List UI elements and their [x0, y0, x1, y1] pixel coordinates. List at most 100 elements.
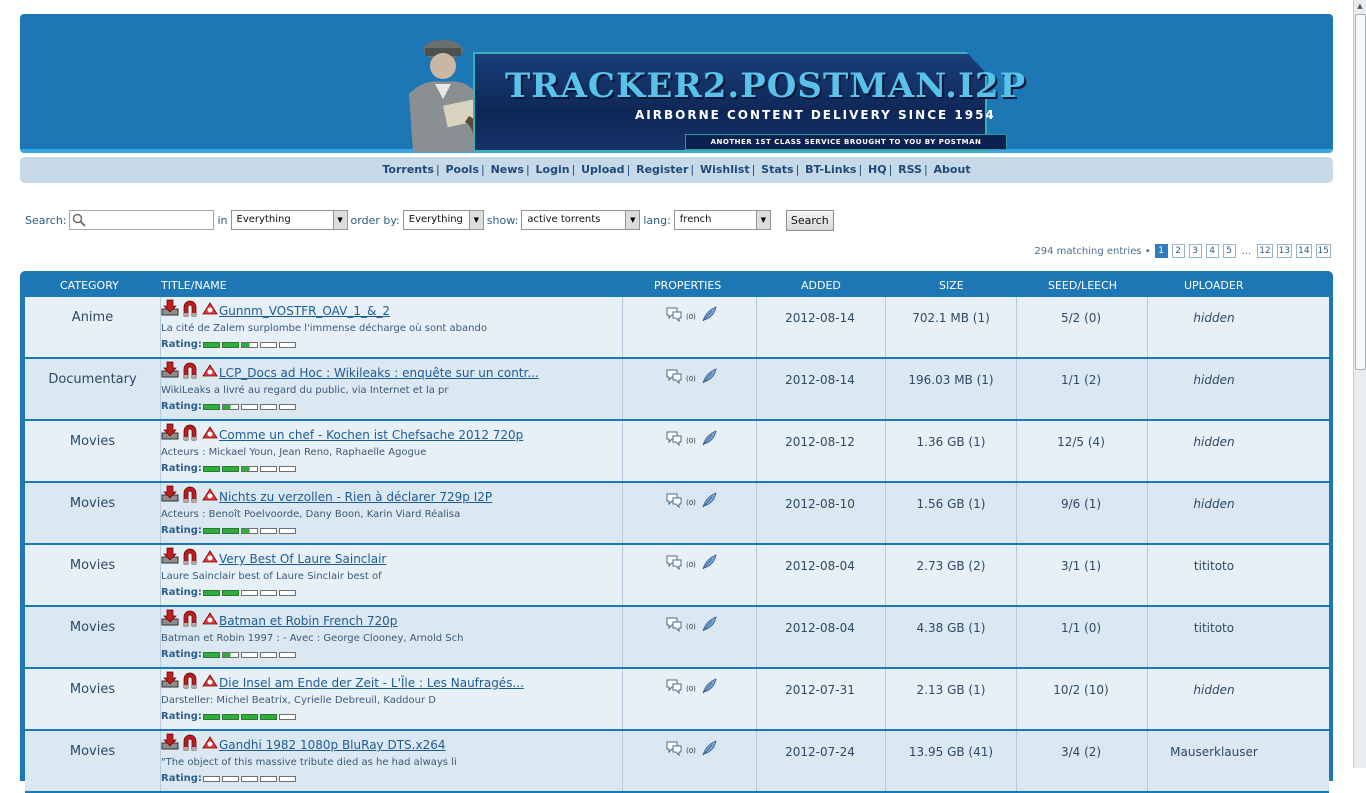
rating-segment[interactable] [241, 466, 258, 472]
rating-segment[interactable] [222, 652, 239, 658]
page-scrollbar[interactable]: ▲ [1353, 0, 1366, 768]
download-icon[interactable] [161, 609, 179, 627]
rating-segment[interactable] [241, 404, 258, 410]
search-button[interactable]: Search [785, 209, 834, 231]
col-size[interactable]: SIZE [939, 279, 964, 292]
category-select[interactable]: Everything ▼ [230, 210, 348, 230]
torrent-title-link[interactable]: Gandhi 1982 1080p BluRay DTS.x264 [219, 738, 445, 752]
magnet-icon[interactable] [181, 423, 199, 441]
rating-bar[interactable] [203, 590, 298, 596]
download-icon[interactable] [161, 547, 179, 565]
torrent-title-link[interactable]: Batman et Robin French 720p [219, 614, 397, 628]
nav-about[interactable]: About [934, 163, 971, 176]
torrent-title-link[interactable]: Die Insel am Ende der Zeit - L'Île : Les… [219, 676, 524, 690]
nav-hq[interactable]: HQ [868, 163, 887, 176]
nav-login[interactable]: Login [536, 163, 570, 176]
page-link[interactable]: 15 [1315, 244, 1331, 258]
rating-segment[interactable] [222, 590, 239, 596]
magnet-icon[interactable] [181, 609, 199, 627]
torrent-title-link[interactable]: Very Best Of Laure Sainclair [219, 552, 386, 566]
rating-bar[interactable] [203, 714, 298, 720]
rating-segment[interactable] [203, 528, 220, 534]
rating-segment[interactable] [222, 528, 239, 534]
rating-segment[interactable] [222, 342, 239, 348]
magnet-icon[interactable] [181, 299, 199, 317]
order-select[interactable]: Everything ▼ [402, 210, 484, 230]
rating-bar[interactable] [203, 652, 298, 658]
row-uploader[interactable]: tititoto [1150, 559, 1278, 573]
magnet-icon[interactable] [181, 733, 199, 751]
page-link[interactable]: 14 [1296, 244, 1312, 258]
comments-icon[interactable] [665, 491, 683, 509]
row-uploader[interactable]: hidden [1150, 683, 1278, 697]
row-uploader[interactable]: hidden [1150, 435, 1278, 449]
rating-segment[interactable] [203, 714, 220, 720]
report-icon[interactable] [201, 423, 219, 441]
download-icon[interactable] [161, 485, 179, 503]
nav-register[interactable]: Register [636, 163, 688, 176]
row-uploader[interactable]: tititoto [1150, 621, 1278, 635]
report-icon[interactable] [201, 733, 219, 751]
report-icon[interactable] [201, 299, 219, 317]
nav-stats[interactable]: Stats [761, 163, 793, 176]
rating-segment[interactable] [260, 652, 277, 658]
magnet-icon[interactable] [181, 671, 199, 689]
page-link[interactable]: 1 [1154, 244, 1168, 258]
rating-segment[interactable] [241, 652, 258, 658]
row-uploader[interactable]: hidden [1150, 311, 1278, 325]
col-title[interactable]: TITLE/NAME [161, 279, 227, 292]
rating-segment[interactable] [203, 776, 220, 782]
report-icon[interactable] [201, 671, 219, 689]
rating-segment[interactable] [222, 466, 239, 472]
rating-segment[interactable] [222, 714, 239, 720]
rating-segment[interactable] [203, 590, 220, 596]
nav-news[interactable]: News [491, 163, 524, 176]
nav-bt-links[interactable]: BT-Links [805, 163, 856, 176]
rating-segment[interactable] [260, 342, 277, 348]
download-icon[interactable] [161, 361, 179, 379]
rating-bar[interactable] [203, 404, 298, 410]
rating-segment[interactable] [241, 776, 258, 782]
rating-segment[interactable] [260, 776, 277, 782]
scroll-up-icon[interactable]: ▲ [1354, 0, 1366, 12]
col-uploader[interactable]: UPLOADER [1184, 279, 1243, 292]
search-input[interactable] [85, 212, 206, 228]
rating-segment[interactable] [260, 714, 277, 720]
show-select[interactable]: active torrents ▼ [521, 210, 641, 230]
col-seed-leech[interactable]: SEED/LEECH [1048, 279, 1117, 292]
rating-segment[interactable] [203, 404, 220, 410]
comments-icon[interactable] [665, 739, 683, 757]
nav-upload[interactable]: Upload [581, 163, 624, 176]
rating-segment[interactable] [260, 466, 277, 472]
comments-icon[interactable] [665, 615, 683, 633]
rating-segment[interactable] [203, 652, 220, 658]
torrent-title-link[interactable]: Comme un chef - Kochen ist Chefsache 201… [219, 428, 523, 442]
nav-torrents[interactable]: Torrents [382, 163, 434, 176]
row-category[interactable]: Movies [25, 434, 160, 449]
rating-segment[interactable] [241, 528, 258, 534]
rating-segment[interactable] [279, 590, 296, 596]
torrent-title-link[interactable]: Gunnm_VOSTFR_OAV_1_&_2 [219, 304, 390, 318]
magnet-icon[interactable] [181, 485, 199, 503]
download-icon[interactable] [161, 733, 179, 751]
page-link[interactable]: 3 [1188, 244, 1202, 258]
lang-select[interactable]: french ▼ [673, 210, 771, 230]
rating-segment[interactable] [279, 776, 296, 782]
page-link[interactable]: 12 [1257, 244, 1273, 258]
rating-segment[interactable] [279, 528, 296, 534]
report-icon[interactable] [201, 547, 219, 565]
nav-pools[interactable]: Pools [446, 163, 480, 176]
row-category[interactable]: Movies [25, 744, 160, 759]
download-icon[interactable] [161, 299, 179, 317]
row-category[interactable]: Movies [25, 496, 160, 511]
torrent-title-link[interactable]: LCP_Docs ad Hoc : Wikileaks : enquête su… [219, 366, 539, 380]
rating-bar[interactable] [203, 466, 298, 472]
page-link[interactable]: 13 [1276, 244, 1293, 258]
nav-rss[interactable]: RSS [898, 163, 922, 176]
comments-icon[interactable] [665, 429, 683, 447]
report-icon[interactable] [201, 361, 219, 379]
page-link[interactable]: 4 [1205, 244, 1219, 258]
rating-bar[interactable] [203, 342, 298, 348]
scroll-thumb[interactable] [1355, 14, 1366, 370]
search-field[interactable] [68, 210, 214, 230]
